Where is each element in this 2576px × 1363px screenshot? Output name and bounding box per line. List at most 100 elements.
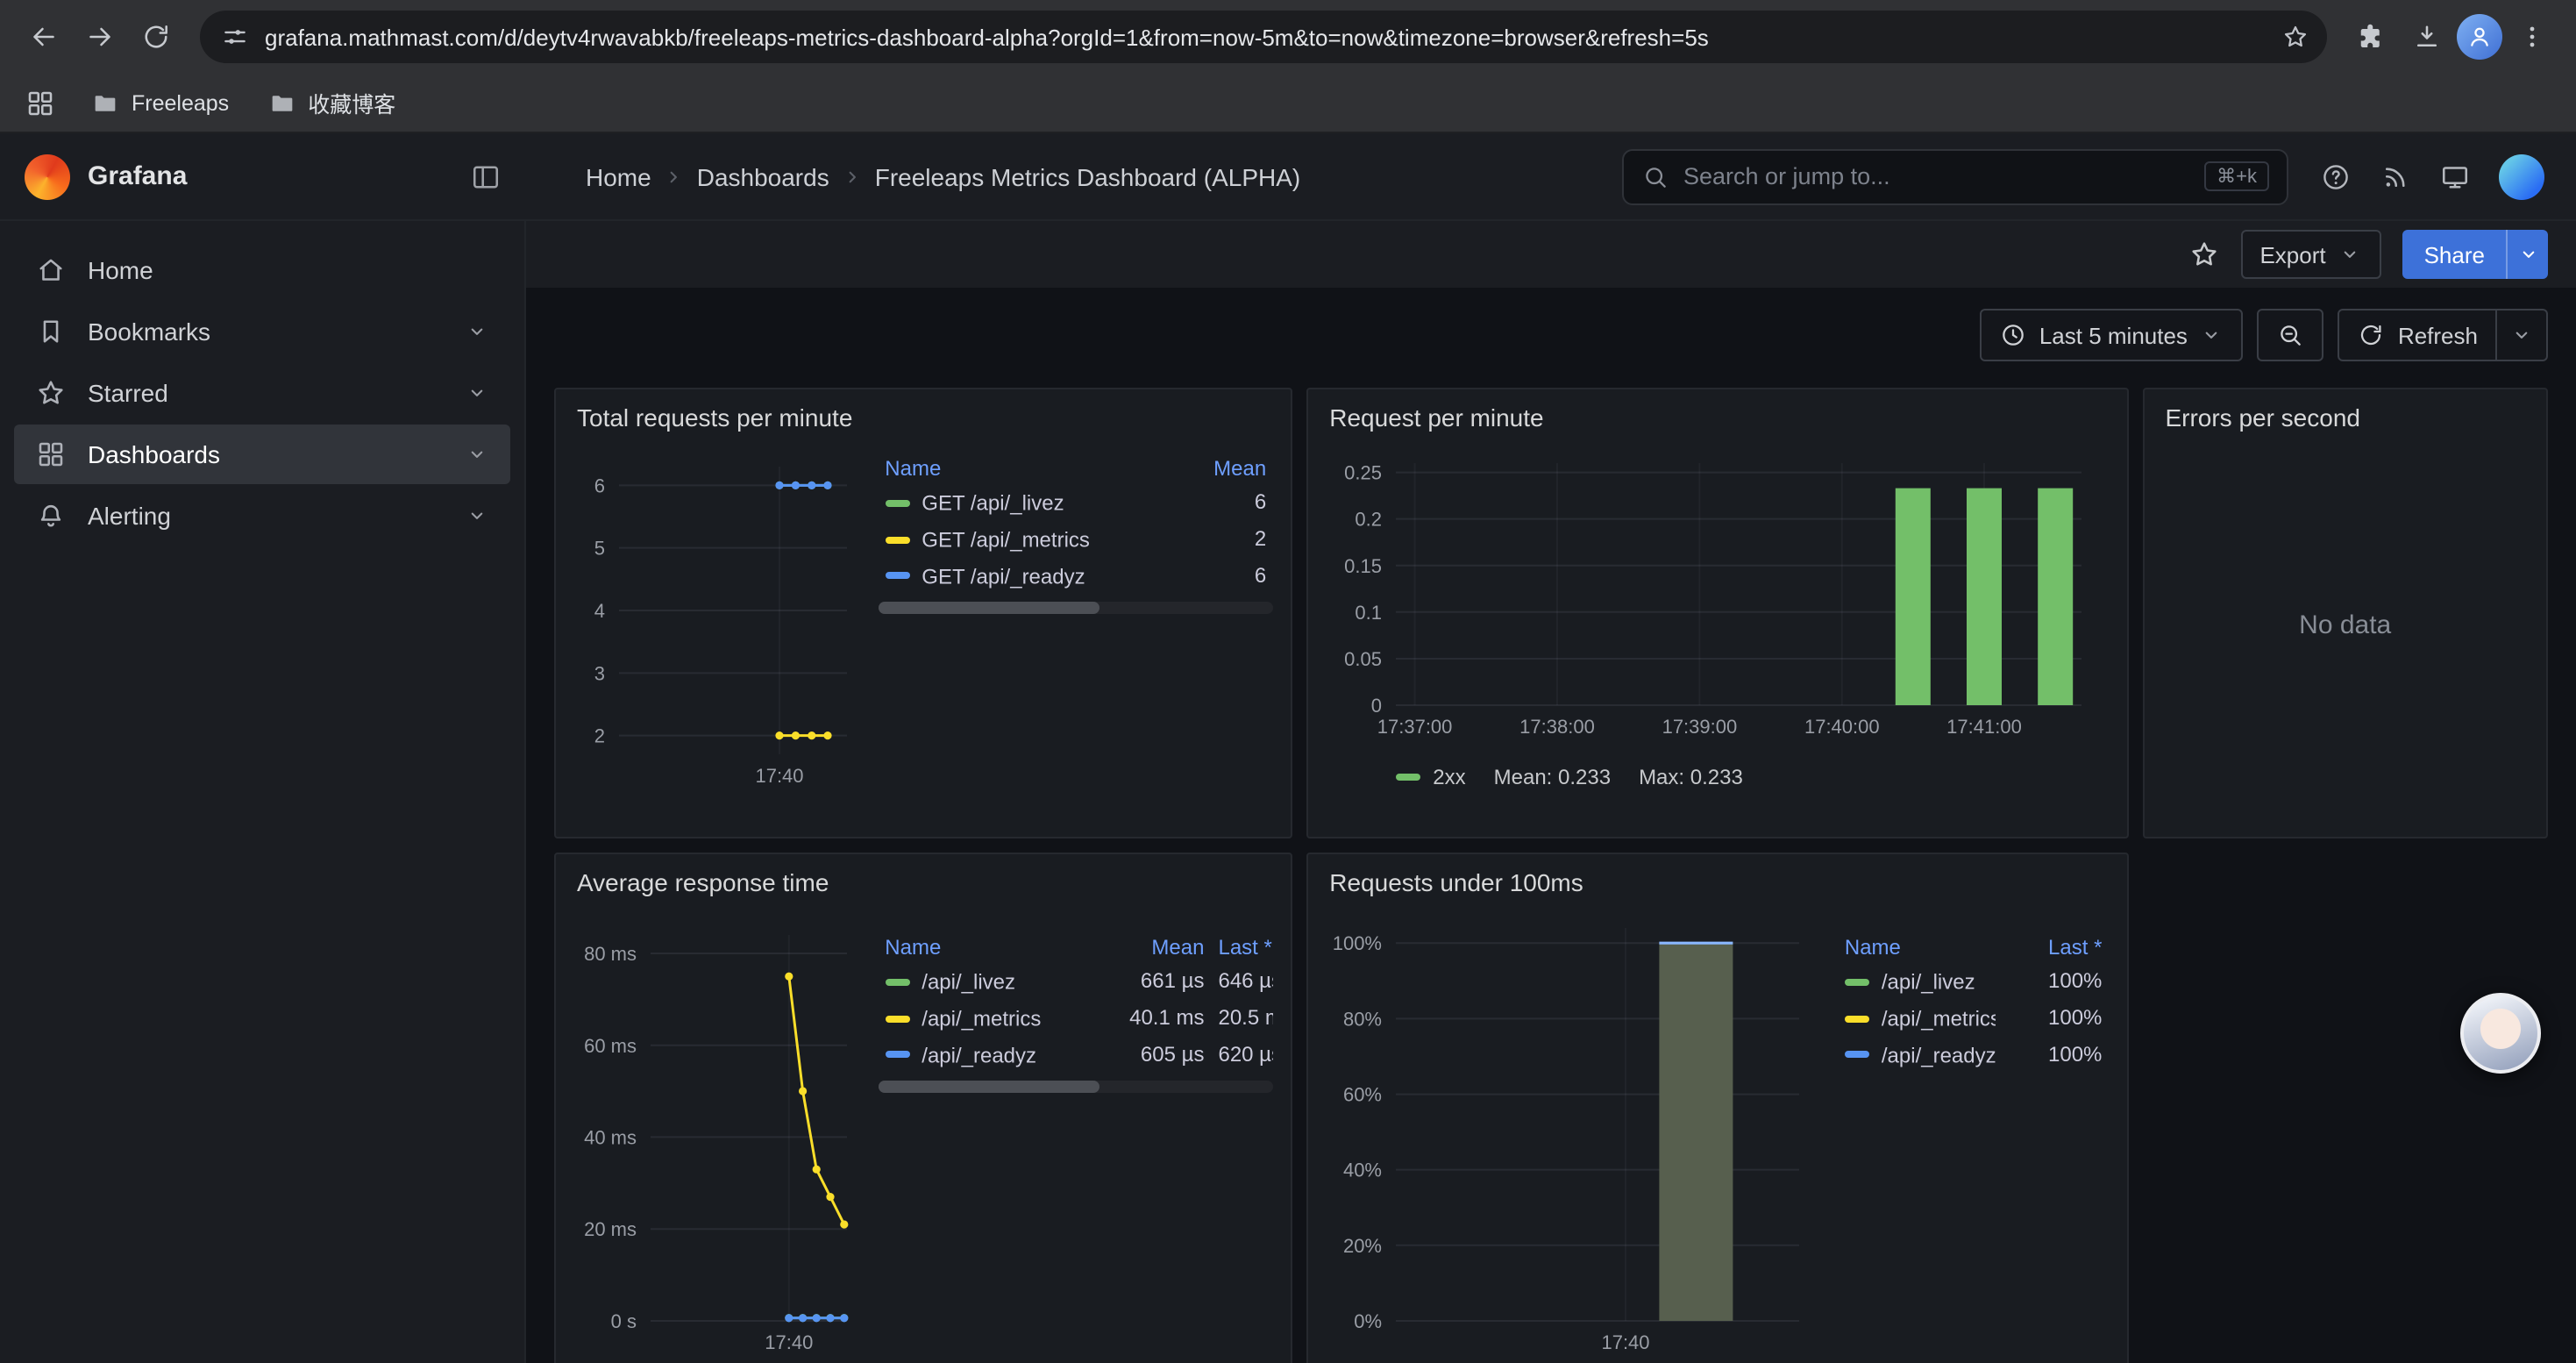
legend-table: NameMeanGET /api/_livez6GET /api/_metric…	[878, 453, 1273, 594]
legend-row[interactable]: GET /api/_readyz6	[878, 557, 1273, 594]
bar-chart[interactable]: 00.050.10.150.20.2517:37:0017:38:0017:39…	[1326, 442, 2109, 754]
url-text[interactable]: grafana.mathmast.com/d/deytv4rwavabkb/fr…	[265, 24, 2266, 50]
reload-button[interactable]	[130, 11, 182, 63]
legend-column-header[interactable]: Last *	[1211, 931, 1273, 963]
grafana-topnav: Grafana Home Dashboards Freeleaps Metrics …	[0, 133, 2576, 221]
legend-column-header[interactable]: Name	[1838, 931, 1996, 963]
assistant-avatar[interactable]	[2460, 993, 2541, 1074]
svg-text:80%: 80%	[1343, 1008, 1382, 1030]
svg-text:17:40:00: 17:40:00	[1804, 716, 1880, 738]
home-icon	[35, 254, 67, 286]
sidebar-nav: HomeBookmarksStarredDashboardsAlerting	[0, 240, 524, 546]
extensions-button[interactable]	[2345, 11, 2397, 63]
legend-column-header[interactable]: Mean	[1147, 453, 1273, 484]
export-button[interactable]: Export	[2240, 230, 2381, 279]
dock-menu-icon[interactable]	[470, 161, 502, 192]
legend-item[interactable]: 2xx	[1396, 765, 1465, 789]
folder-icon	[91, 89, 119, 117]
screen: grafana.mathmast.com/d/deytv4rwavabkb/fr…	[0, 0, 2576, 1363]
share-dropdown-button[interactable]	[2506, 230, 2548, 279]
series-color-dash	[885, 573, 909, 580]
panel-title[interactable]: Errors per second	[2161, 400, 2529, 442]
breadcrumb: Home Dashboards Freeleaps Metrics Dashboar…	[526, 162, 1622, 190]
sidebar-item-starred[interactable]: Starred	[14, 363, 510, 423]
panel-title[interactable]: Total requests per minute	[573, 400, 1273, 442]
legend-row[interactable]: /api/_metrics40.1 ms20.5 ms	[878, 1000, 1273, 1037]
chart-plot: 0%20%40%60%80%100%17:40	[1326, 907, 1827, 1363]
grafana-logo-icon[interactable]	[25, 153, 70, 199]
downloads-button[interactable]	[2401, 11, 2453, 63]
bookmarks-bar: Freeleaps 收藏博客	[0, 74, 2576, 133]
panel-legend: NameMeanGET /api/_livez6GET /api/_metric…	[860, 442, 1273, 615]
bookmark-item[interactable]: 收藏博客	[267, 86, 395, 119]
chart-plot: 00.050.10.150.20.2517:37:0017:38:0017:39…	[1326, 442, 2110, 754]
user-avatar[interactable]	[2499, 153, 2544, 199]
breadcrumb-item[interactable]: Dashboards	[697, 162, 829, 190]
legend-row[interactable]: GET /api/_livez6	[878, 484, 1273, 521]
svg-text:17:40: 17:40	[1602, 1331, 1650, 1353]
sidebar-item-alerting[interactable]: Alerting	[14, 486, 510, 546]
topnav-icons	[2288, 153, 2576, 199]
browser-toolbar: grafana.mathmast.com/d/deytv4rwavabkb/fr…	[0, 0, 2576, 74]
browser-profile-avatar[interactable]	[2457, 14, 2502, 60]
bell-icon	[35, 500, 67, 532]
panel-title[interactable]: Average response time	[573, 865, 1273, 907]
legend-row[interactable]: /api/_readyz100%	[1838, 1036, 2110, 1073]
legend-row[interactable]: /api/_readyz605 µs620 µs	[878, 1036, 1273, 1073]
help-icon[interactable]	[2320, 161, 2352, 192]
chevron-down-icon[interactable]	[465, 381, 489, 405]
site-info-icon[interactable]	[221, 23, 249, 51]
panel-requests-under-100ms: Requests under 100ms 0%20%40%60%80%100%1…	[1306, 853, 2128, 1363]
panel-request-per-minute: Request per minute 00.050.10.150.20.2517…	[1306, 388, 2128, 838]
breadcrumb-item[interactable]: Freeleaps Metrics Dashboard (ALPHA)	[875, 162, 1301, 190]
panel-total-requests: Total requests per minute 2345617:40 Nam…	[554, 388, 1292, 838]
chevron-down-icon[interactable]	[465, 442, 489, 467]
legend-row[interactable]: GET /api/_metrics2	[878, 521, 1273, 558]
legend-table: NameMeanLast */api/_livez661 µs646 µs/ap…	[878, 931, 1273, 1073]
chevron-down-icon[interactable]	[465, 319, 489, 344]
legend-row[interactable]: /api/_metrics100%	[1838, 1000, 2110, 1037]
legend-column-header[interactable]: Mean	[1064, 931, 1212, 963]
time-range-picker[interactable]: Last 5 minutes	[1980, 309, 2244, 361]
apps-grid-icon[interactable]	[25, 87, 56, 118]
search-shortcut: ⌘+k	[2204, 161, 2269, 191]
refresh-button[interactable]: Refresh	[2338, 309, 2497, 361]
svg-text:0: 0	[1371, 695, 1382, 717]
forward-button[interactable]	[74, 11, 126, 63]
sidebar-item-dashboards[interactable]: Dashboards	[14, 425, 510, 484]
monitor-icon[interactable]	[2439, 161, 2471, 192]
browser-menu-button[interactable]	[2506, 11, 2558, 63]
bar-chart[interactable]: 0%20%40%60%80%100%17:40	[1326, 907, 1827, 1363]
svg-text:17:38:00: 17:38:00	[1519, 716, 1595, 738]
legend-row[interactable]: /api/_livez661 µs646 µs	[878, 963, 1273, 1000]
sidebar-item-home[interactable]: Home	[14, 240, 510, 300]
star-icon	[2188, 239, 2219, 270]
panel-title[interactable]: Requests under 100ms	[1326, 865, 2109, 907]
bookmark-star-icon[interactable]	[2281, 23, 2309, 51]
refresh-interval-dropdown[interactable]	[2497, 309, 2548, 361]
timeseries-chart[interactable]: 0 s20 ms40 ms60 ms80 ms17:40	[573, 907, 860, 1363]
svg-text:3: 3	[594, 662, 605, 684]
zoom-out-button[interactable]	[2258, 309, 2324, 361]
url-bar[interactable]: grafana.mathmast.com/d/deytv4rwavabkb/fr…	[200, 11, 2327, 63]
share-button[interactable]: Share	[2403, 230, 2506, 279]
legend-scrollbar[interactable]	[878, 603, 1273, 615]
legend-scrollbar[interactable]	[878, 1081, 1273, 1094]
search-box[interactable]: Search or jump to... ⌘+k	[1622, 148, 2288, 204]
bookmark-item[interactable]: Freeleaps	[91, 89, 229, 117]
legend-column-header[interactable]: Name	[878, 931, 1064, 963]
series-color-dash	[885, 536, 909, 543]
time-controls: Last 5 minutes Refresh	[554, 288, 2548, 361]
legend-column-header[interactable]: Last *	[1995, 931, 2109, 963]
sidebar-item-bookmarks[interactable]: Bookmarks	[14, 302, 510, 361]
back-button[interactable]	[18, 11, 70, 63]
panel-title[interactable]: Request per minute	[1326, 400, 2109, 442]
chevron-down-icon[interactable]	[465, 503, 489, 528]
favorite-dashboard-button[interactable]	[2188, 239, 2219, 270]
legend-column-header[interactable]: Name	[878, 453, 1147, 484]
news-rss-icon[interactable]	[2380, 161, 2411, 192]
breadcrumb-item[interactable]: Home	[586, 162, 651, 190]
brand-name: Grafana	[88, 161, 187, 191]
legend-row[interactable]: /api/_livez100%	[1838, 963, 2110, 1000]
timeseries-chart[interactable]: 2345617:40	[573, 442, 860, 800]
